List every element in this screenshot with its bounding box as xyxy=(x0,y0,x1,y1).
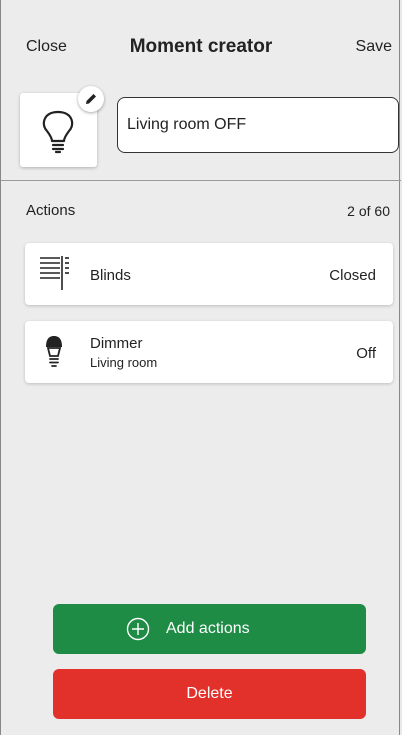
action-subtitle: Living room xyxy=(90,355,158,370)
moment-header-section: Close Moment creator Save xyxy=(1,0,401,181)
edit-icon-button[interactable] xyxy=(78,86,104,112)
moment-creator-screen: Close Moment creator Save Actions 2 of 6… xyxy=(0,0,401,735)
action-value: Off xyxy=(356,345,376,362)
action-title: Dimmer xyxy=(90,335,143,352)
save-button[interactable]: Save xyxy=(356,38,392,56)
blinds-icon xyxy=(40,256,69,290)
add-actions-button[interactable]: Add actions xyxy=(53,604,366,654)
delete-button[interactable]: Delete xyxy=(53,669,366,719)
bulb-icon xyxy=(46,336,62,367)
action-card-dimmer[interactable]: Dimmer Living room Off xyxy=(25,321,393,383)
pencil-icon xyxy=(86,94,96,104)
actions-label: Actions xyxy=(26,202,76,219)
action-value: Closed xyxy=(329,267,376,284)
action-title: Blinds xyxy=(90,267,131,284)
plus-circle-icon xyxy=(126,617,150,641)
action-card-blinds[interactable]: Blinds Closed xyxy=(25,243,393,305)
page-title: Moment creator xyxy=(129,36,273,57)
lightbulb-icon xyxy=(42,110,74,154)
moment-name-input[interactable] xyxy=(117,97,399,153)
add-actions-label: Add actions xyxy=(166,620,250,637)
actions-count: 2 of 60 xyxy=(347,203,390,219)
